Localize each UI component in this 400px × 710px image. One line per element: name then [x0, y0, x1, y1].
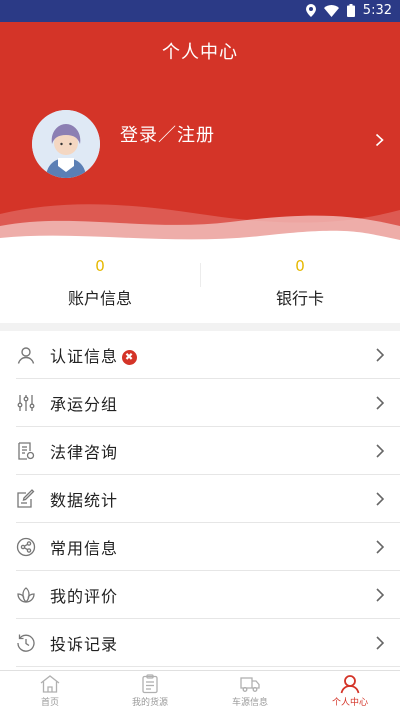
- menu-item-label: 认证信息: [50, 347, 119, 366]
- share-icon: [16, 537, 36, 557]
- status-time: 5:32: [362, 3, 392, 18]
- error-badge-icon: ✖: [122, 350, 138, 365]
- document-icon: [18, 442, 35, 460]
- tab-vehicle-info[interactable]: 车源信息: [200, 671, 300, 710]
- stat-label: 账户信息: [67, 289, 132, 308]
- tab-label: 个人中心: [331, 698, 368, 708]
- tab-home[interactable]: 首页: [0, 671, 100, 710]
- location-icon: [305, 4, 316, 17]
- chevron-right-icon: [376, 396, 384, 410]
- clipboard-icon: [142, 674, 158, 694]
- menu-item-data-stats[interactable]: 数据统计: [16, 475, 400, 523]
- tab-label: 首页: [40, 698, 59, 708]
- menu-item-common-info[interactable]: 常用信息: [16, 523, 400, 571]
- menu-item-legal-consult[interactable]: 法律咨询: [16, 427, 400, 475]
- header-wave-decoration: [0, 204, 400, 255]
- avatar[interactable]: [32, 110, 100, 178]
- user-outline-icon: [17, 347, 35, 364]
- stat-label: 银行卡: [275, 289, 324, 308]
- menu-item-label: 法律咨询: [50, 443, 119, 462]
- chevron-right-icon: [376, 540, 384, 554]
- chevron-right-icon: [376, 492, 384, 506]
- avatar-illustration-icon: [32, 110, 100, 178]
- home-icon: [40, 675, 60, 693]
- stat-bank-card[interactable]: 0 银行卡: [200, 255, 400, 323]
- tab-label: 车源信息: [231, 698, 268, 708]
- profile-header: 个人中心 登录／注册: [0, 22, 400, 255]
- menu-item-my-reviews[interactable]: 我的评价: [16, 571, 400, 619]
- stat-value: 0: [95, 257, 105, 275]
- tab-my-cargo[interactable]: 我的货源: [100, 671, 200, 710]
- status-bar: 5:32: [0, 0, 400, 22]
- menu-item-label: 我的评价: [50, 587, 119, 606]
- edit-icon: [17, 489, 35, 508]
- sliders-icon: [17, 395, 35, 411]
- account-stats: 0 账户信息 0 银行卡: [0, 255, 400, 323]
- menu-item-complaint-records[interactable]: 投诉记录: [16, 619, 400, 667]
- wifi-icon: [323, 4, 339, 17]
- menu-item-carrier-group[interactable]: 承运分组: [16, 379, 400, 427]
- stat-value: 0: [295, 257, 305, 275]
- menu-item-label: 数据统计: [50, 491, 119, 510]
- lotus-icon: [17, 587, 35, 603]
- chevron-right-icon: [376, 636, 384, 650]
- settings-menu: 认证信息 ✖ 承运分组 法律咨询 数据统计 常用信息 我的评价 投诉记录: [0, 331, 400, 670]
- battery-icon: [346, 4, 355, 17]
- menu-item-label: 承运分组: [50, 395, 119, 414]
- tab-label: 我的货源: [131, 698, 168, 708]
- chevron-right-icon: [376, 588, 384, 602]
- status-icons: 5:32: [305, 3, 392, 18]
- tab-personal-center[interactable]: 个人中心: [300, 671, 400, 710]
- stat-account-info[interactable]: 0 账户信息: [0, 255, 200, 323]
- menu-item-label: 常用信息: [50, 539, 119, 558]
- chevron-right-icon: [376, 444, 384, 458]
- login-register-link[interactable]: 登录／注册: [120, 121, 215, 147]
- bottom-tab-bar: 首页 我的货源 车源信息 个人中心: [0, 670, 400, 710]
- person-icon: [340, 675, 360, 694]
- menu-item-label: 投诉记录: [50, 635, 119, 654]
- chevron-right-icon[interactable]: [375, 132, 384, 151]
- menu-item-verification[interactable]: 认证信息 ✖: [16, 331, 400, 379]
- chevron-right-icon: [376, 348, 384, 362]
- page-title: 个人中心: [162, 42, 238, 63]
- history-icon: [17, 634, 35, 652]
- truck-icon: [240, 677, 260, 692]
